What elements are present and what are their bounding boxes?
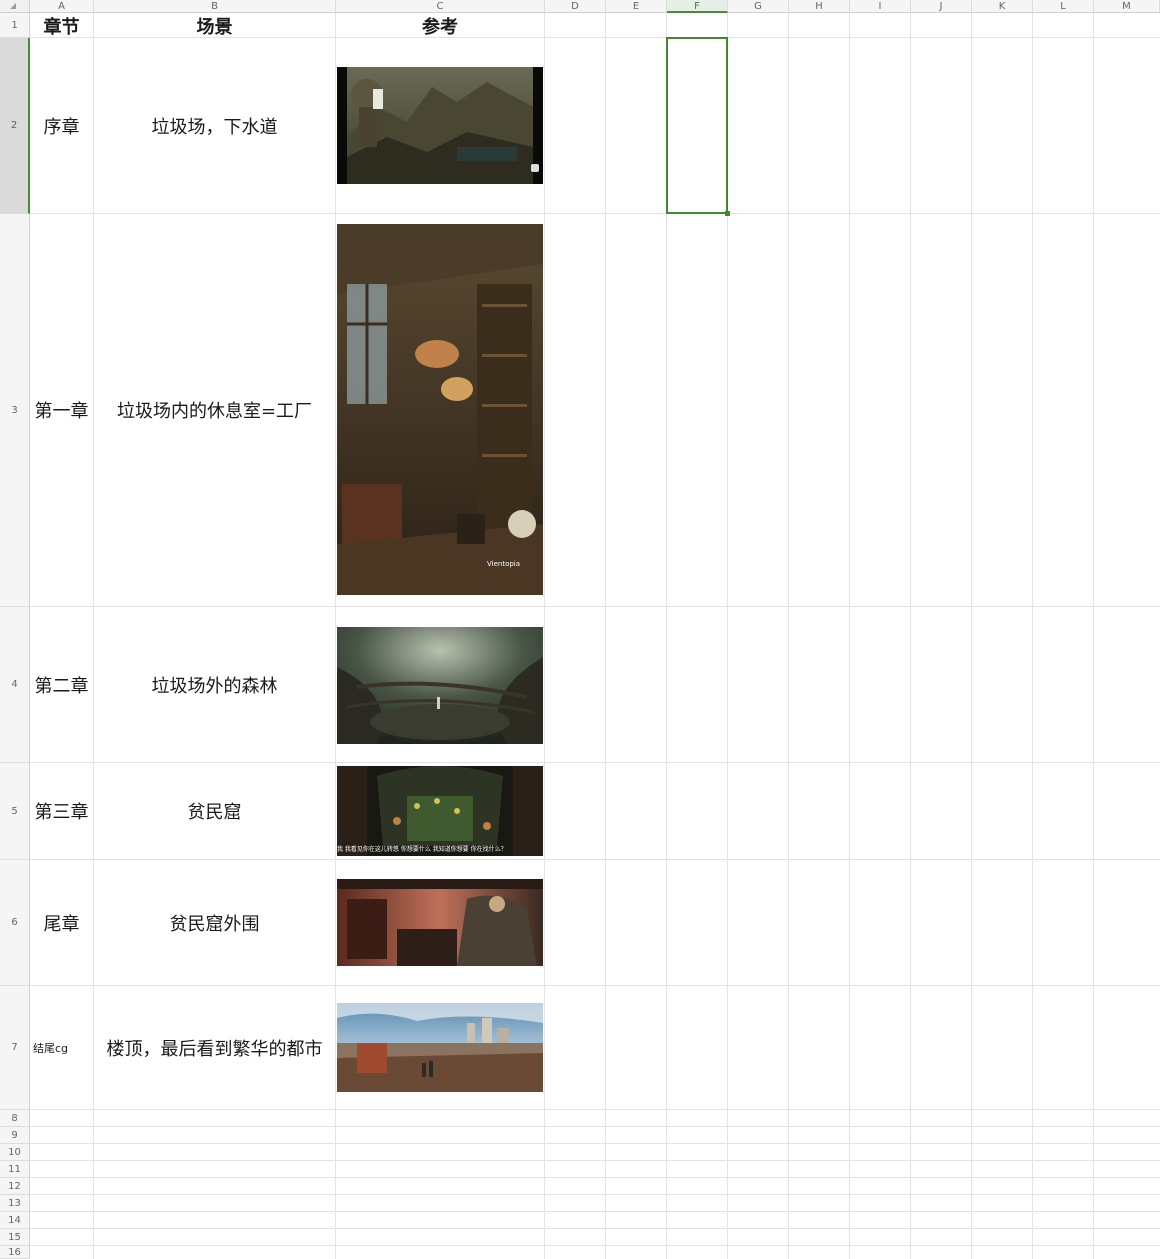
slum-interior-scene-icon	[337, 766, 543, 856]
select-all-triangle-icon	[10, 3, 16, 9]
grid-line	[849, 13, 850, 1259]
column-header-i[interactable]: I	[850, 0, 911, 13]
forest-roots-scene-icon	[337, 627, 543, 744]
column-header-g[interactable]: G	[728, 0, 789, 13]
grid-line	[971, 13, 972, 1259]
row-header-8[interactable]: 8	[0, 1110, 30, 1127]
header-reference-cell[interactable]: 参考	[336, 14, 544, 38]
select-all-corner[interactable]	[0, 0, 30, 13]
grid-line	[605, 13, 606, 1259]
rooftop-city-image[interactable]	[337, 1003, 543, 1092]
spreadsheet[interactable]: A B C D E F G H I J K L M 1 2 3 4 5 6 7 …	[0, 0, 1160, 1259]
rooftop-city-scene-icon	[337, 1003, 543, 1092]
grid-line	[30, 1245, 1160, 1246]
row-header-13[interactable]: 13	[0, 1195, 30, 1212]
column-header-j[interactable]: J	[911, 0, 972, 13]
junkyard-sewer-scene-icon	[337, 67, 543, 184]
steampunk-workshop-image[interactable]: Vientopia	[337, 224, 543, 595]
grid-line	[544, 13, 545, 1259]
column-header-k[interactable]: K	[972, 0, 1033, 13]
slum-outskirts-scene-icon	[337, 879, 543, 966]
scene-cell[interactable]: 垃圾场，下水道	[94, 38, 335, 213]
grid-line	[1093, 13, 1094, 1259]
row-header-11[interactable]: 11	[0, 1161, 30, 1178]
grid-line	[30, 1211, 1160, 1212]
chapter-cell[interactable]: 序章	[30, 38, 93, 213]
column-header-f[interactable]: F	[667, 0, 728, 13]
chapter-cell[interactable]: 尾章	[30, 860, 93, 985]
row-header-15[interactable]: 15	[0, 1229, 30, 1246]
row-header-1[interactable]: 1	[0, 13, 30, 38]
column-header-c[interactable]: C	[336, 0, 545, 13]
scene-cell[interactable]: 贫民窟外围	[94, 860, 335, 985]
header-scene-cell[interactable]: 场景	[94, 14, 335, 38]
grid-line	[910, 13, 911, 1259]
row-header-2[interactable]: 2	[0, 38, 30, 214]
column-header-m[interactable]: M	[1094, 0, 1160, 13]
forest-roots-image[interactable]	[337, 627, 543, 744]
row-header-12[interactable]: 12	[0, 1178, 30, 1195]
scene-cell[interactable]: 垃圾场内的休息室=工厂	[94, 214, 335, 606]
slum-interior-image[interactable]: 我 我看见你在这儿转悠 你想要什么 我知道你想要 你在找什么？	[337, 766, 543, 856]
grid-line	[30, 1228, 1160, 1229]
grid-line	[30, 1194, 1160, 1195]
row-header-10[interactable]: 10	[0, 1144, 30, 1161]
slum-outskirts-image[interactable]	[337, 879, 543, 966]
row-header-4[interactable]: 4	[0, 607, 30, 763]
steampunk-workshop-scene-icon	[337, 224, 543, 595]
header-chapter-cell[interactable]: 章节	[30, 14, 93, 38]
row-header-5[interactable]: 5	[0, 763, 30, 860]
grid-line	[30, 1143, 1160, 1144]
watermark-text: Vientopia	[487, 560, 521, 568]
scene-cell[interactable]: 垃圾场外的森林	[94, 607, 335, 762]
row-header-14[interactable]: 14	[0, 1212, 30, 1229]
chapter-cell[interactable]: 第一章	[30, 214, 93, 606]
chapter-cell[interactable]: 结尾cg	[30, 986, 93, 1109]
fill-handle[interactable]	[725, 211, 730, 216]
scene-cell[interactable]: 楼顶，最后看到繁华的都市	[94, 986, 335, 1109]
grid-line	[30, 1126, 1160, 1127]
selected-cell-f2[interactable]	[666, 37, 728, 214]
column-header-a[interactable]: A	[30, 0, 94, 13]
grid-line	[788, 13, 789, 1259]
row-header-3[interactable]: 3	[0, 214, 30, 607]
grid-line	[30, 1177, 1160, 1178]
column-header-l[interactable]: L	[1033, 0, 1094, 13]
column-header-e[interactable]: E	[606, 0, 667, 13]
junkyard-sewer-image[interactable]	[337, 67, 543, 184]
chapter-cell[interactable]: 第三章	[30, 763, 93, 859]
row-header-9[interactable]: 9	[0, 1127, 30, 1144]
subtitle-caption: 我 我看见你在这儿转悠 你想要什么 我知道你想要 你在找什么？	[337, 846, 507, 853]
chapter-cell[interactable]: 第二章	[30, 607, 93, 762]
column-header-d[interactable]: D	[545, 0, 606, 13]
scene-cell[interactable]: 贫民窟	[94, 763, 335, 859]
grid-line	[1032, 13, 1033, 1259]
row-header-6[interactable]: 6	[0, 860, 30, 986]
column-header-h[interactable]: H	[789, 0, 850, 13]
row-header-16[interactable]: 16	[0, 1246, 30, 1259]
grid-line	[30, 1109, 1160, 1110]
grid-line	[30, 1160, 1160, 1161]
row-header-7[interactable]: 7	[0, 986, 30, 1110]
grid-line	[335, 13, 336, 1259]
column-header-b[interactable]: B	[94, 0, 336, 13]
